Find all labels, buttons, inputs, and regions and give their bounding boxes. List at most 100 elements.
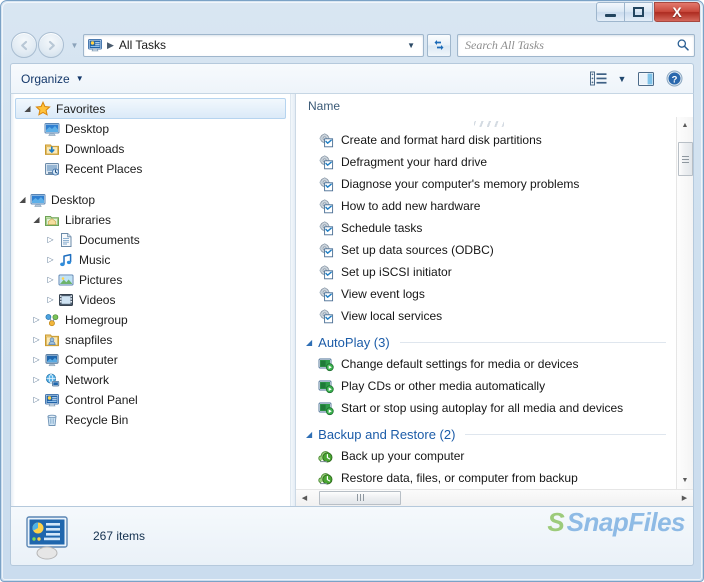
expander-closed-icon[interactable]: ▷ <box>29 356 44 364</box>
back-button[interactable] <box>11 32 37 58</box>
sidebar-item-recent-places[interactable]: Recent Places <box>11 159 290 179</box>
downloads-icon <box>44 141 60 157</box>
sidebar-item-libraries[interactable]: ◢ Libraries <box>11 210 290 230</box>
list-item[interactable]: Diagnose your computer's memory problems <box>306 173 676 195</box>
group-header[interactable]: ◢ AutoPlay (3) <box>306 327 676 353</box>
horizontal-scrollbar[interactable]: ◀ ▶ <box>296 489 693 506</box>
content-pane: Name Create and format hard disk partiti… <box>296 94 693 506</box>
sidebar-item-label: snapfiles <box>65 333 113 347</box>
list-item[interactable]: Defragment your hard drive <box>306 151 676 173</box>
expander-closed-icon[interactable]: ▷ <box>29 316 44 324</box>
expander-closed-icon[interactable]: ▷ <box>43 236 58 244</box>
expander-open-icon[interactable]: ◢ <box>20 104 35 113</box>
history-dropdown-button[interactable]: ▼ <box>68 41 81 50</box>
help-icon: ? <box>666 70 682 87</box>
change-view-dropdown-button[interactable]: ▼ <box>613 68 631 90</box>
list-item[interactable]: View event logs <box>306 283 676 305</box>
sidebar-item-label: Control Panel <box>65 393 138 407</box>
sidebar-item-favorites[interactable]: ◢ Favorites <box>15 98 286 119</box>
group-expander-icon[interactable]: ◢ <box>306 338 312 347</box>
homegroup-icon <box>44 312 60 328</box>
expander-open-icon[interactable]: ◢ <box>29 216 44 224</box>
refresh-button[interactable] <box>427 33 451 57</box>
horizontal-scroll-thumb[interactable] <box>319 490 401 505</box>
sidebar-item-network[interactable]: ▷ Network <box>11 370 290 390</box>
navigation-bar: ▼ ▶ All Tasks ▼ Search All Tasks <box>1 29 703 61</box>
sidebar-item-downloads[interactable]: Downloads <box>11 139 290 159</box>
expander-open-icon[interactable]: ◢ <box>15 196 30 204</box>
expander-closed-icon[interactable]: ▷ <box>43 276 58 284</box>
change-view-button[interactable] <box>585 68 611 90</box>
list-item[interactable]: Change default settings for media or dev… <box>306 353 676 375</box>
desktop-icon <box>30 192 46 208</box>
sidebar-item-recycle-bin[interactable]: Recycle Bin <box>11 410 290 430</box>
group-header-rule <box>399 341 666 343</box>
minimize-button[interactable] <box>596 2 625 22</box>
scroll-left-button[interactable]: ◀ <box>296 490 313 507</box>
forward-button[interactable] <box>38 32 64 58</box>
scroll-up-button[interactable]: ▲ <box>677 117 694 134</box>
close-button[interactable]: X <box>654 2 700 22</box>
sidebar-item-computer[interactable]: ▷ Computer <box>11 350 290 370</box>
group-header[interactable]: ◢ Backup and Restore (2) <box>306 419 676 445</box>
group-expander-icon[interactable]: ◢ <box>306 430 312 439</box>
snapfiles-logo-text: SnapFiles <box>566 507 686 537</box>
scroll-thumb-grip <box>681 155 689 163</box>
explorer-window: X ▼ ▶ All Tasks ▼ Search All Tasks Organ… <box>0 0 704 582</box>
pictures-icon <box>58 272 74 288</box>
nav-pane-edge <box>11 94 15 506</box>
help-button[interactable]: ? <box>661 68 687 90</box>
scroll-right-button[interactable]: ▶ <box>676 490 693 507</box>
horizontal-scroll-track[interactable] <box>313 490 676 507</box>
search-icon <box>677 39 689 51</box>
column-header-name[interactable]: Name <box>308 99 340 113</box>
list-item-label: Diagnose your computer's memory problems <box>341 177 580 191</box>
sidebar-item-homegroup[interactable]: ▷ Homegroup <box>11 310 290 330</box>
list-item[interactable]: Set up iSCSI initiator <box>306 261 676 283</box>
list-item-label: Back up your computer <box>341 449 465 463</box>
admin-tools-icon <box>318 220 334 236</box>
address-bar[interactable]: ▶ All Tasks ▼ <box>83 33 424 57</box>
address-dropdown-icon[interactable]: ▼ <box>403 41 421 50</box>
organize-button[interactable]: Organize ▼ <box>21 72 84 86</box>
vertical-scroll-thumb[interactable] <box>677 142 693 176</box>
expander-closed-icon[interactable]: ▷ <box>29 396 44 404</box>
preview-pane-button[interactable] <box>633 68 659 90</box>
list-item[interactable]: Set up data sources (ODBC) <box>306 239 676 261</box>
sidebar-item-control-panel[interactable]: ▷ Control Panel <box>11 390 290 410</box>
star-icon <box>35 100 51 117</box>
sidebar-item-videos[interactable]: ▷ Videos <box>11 290 290 310</box>
list-item[interactable]: Play CDs or other media automatically <box>306 375 676 397</box>
sidebar-item-pictures[interactable]: ▷ Pictures <box>11 270 290 290</box>
search-placeholder: Search All Tasks <box>465 37 544 52</box>
maximize-button[interactable] <box>624 2 653 22</box>
expander-closed-icon[interactable]: ▷ <box>29 376 44 384</box>
scroll-down-button[interactable]: ▼ <box>677 472 694 489</box>
list-item-label: Set up iSCSI initiator <box>341 265 452 279</box>
expander-closed-icon[interactable]: ▷ <box>29 336 44 344</box>
sidebar-item-snapfiles[interactable]: ▷ snapfiles <box>11 330 290 350</box>
list-item[interactable]: View local services <box>306 305 676 327</box>
list-item[interactable]: Restore data, files, or computer from ba… <box>306 467 676 489</box>
expander-closed-icon[interactable]: ▷ <box>43 296 58 304</box>
list-item[interactable]: Create and format hard disk partitions <box>306 129 676 151</box>
vertical-scroll-track[interactable] <box>677 134 694 472</box>
sidebar-item-label: Homegroup <box>65 313 128 327</box>
explorer-body: ◢ Favorites Desktop Downloads Recent Places ◢… <box>10 93 694 507</box>
list-item[interactable]: How to add new hardware <box>306 195 676 217</box>
vertical-scrollbar[interactable]: ▲ ▼ <box>676 117 693 489</box>
title-bar: X <box>1 1 703 29</box>
expander-closed-icon[interactable]: ▷ <box>43 256 58 264</box>
music-icon <box>58 252 74 268</box>
sidebar-item-music[interactable]: ▷ Music <box>11 250 290 270</box>
sidebar-item-documents[interactable]: ▷ Documents <box>11 230 290 250</box>
list-item[interactable]: Start or stop using autoplay for all med… <box>306 397 676 419</box>
sidebar-item-desktop[interactable]: ◢ Desktop <box>11 190 290 210</box>
list-item[interactable]: Back up your computer <box>306 445 676 467</box>
admin-tools-icon <box>318 132 334 148</box>
list-item[interactable]: Schedule tasks <box>306 217 676 239</box>
user-folder-icon <box>44 332 60 348</box>
sidebar-item-desktop[interactable]: Desktop <box>11 119 290 139</box>
list-item-label: How to add new hardware <box>341 199 481 213</box>
search-input[interactable]: Search All Tasks <box>457 33 695 57</box>
